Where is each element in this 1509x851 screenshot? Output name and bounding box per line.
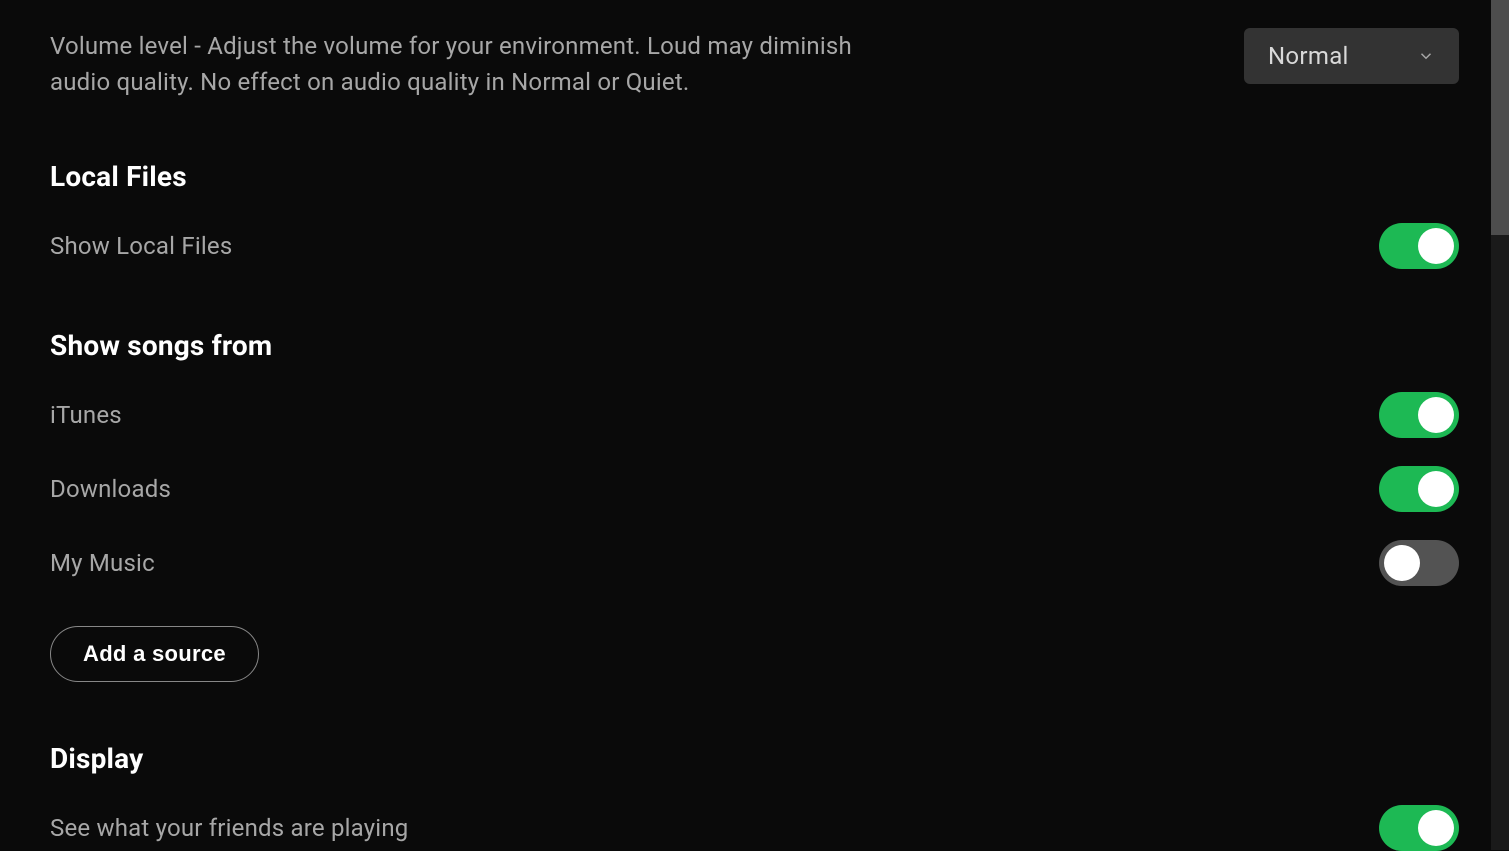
toggle-knob: [1418, 228, 1454, 264]
source-itunes-label: iTunes: [50, 401, 122, 429]
source-my-music-label: My Music: [50, 549, 155, 577]
show-local-files-label: Show Local Files: [50, 232, 232, 260]
add-source-button[interactable]: Add a source: [50, 626, 259, 682]
toggle-knob: [1384, 545, 1420, 581]
friends-playing-label: See what your friends are playing: [50, 814, 408, 842]
source-itunes-row: iTunes: [50, 392, 1459, 438]
volume-level-row: Volume level - Adjust the volume for you…: [50, 28, 1459, 100]
display-heading: Display: [50, 742, 1459, 775]
settings-content: Volume level - Adjust the volume for you…: [0, 0, 1509, 851]
toggle-knob: [1418, 810, 1454, 846]
source-my-music-row: My Music: [50, 540, 1459, 586]
source-downloads-row: Downloads: [50, 466, 1459, 512]
source-itunes-toggle[interactable]: [1379, 392, 1459, 438]
volume-level-dropdown[interactable]: Normal: [1244, 28, 1459, 84]
volume-level-description: Volume level - Adjust the volume for you…: [50, 28, 880, 100]
volume-level-value: Normal: [1268, 42, 1349, 70]
chevron-down-icon: [1417, 47, 1435, 65]
show-songs-from-heading: Show songs from: [50, 329, 1459, 362]
friends-playing-row: See what your friends are playing: [50, 805, 1459, 851]
source-downloads-toggle[interactable]: [1379, 466, 1459, 512]
show-local-files-toggle[interactable]: [1379, 223, 1459, 269]
toggle-knob: [1418, 471, 1454, 507]
source-downloads-label: Downloads: [50, 475, 171, 503]
show-local-files-row: Show Local Files: [50, 223, 1459, 269]
source-my-music-toggle[interactable]: [1379, 540, 1459, 586]
scrollbar-thumb[interactable]: [1491, 0, 1509, 235]
friends-playing-toggle[interactable]: [1379, 805, 1459, 851]
scrollbar-track[interactable]: [1491, 0, 1509, 850]
toggle-knob: [1418, 397, 1454, 433]
local-files-heading: Local Files: [50, 160, 1459, 193]
sources-list: iTunes Downloads My Music: [50, 392, 1459, 586]
